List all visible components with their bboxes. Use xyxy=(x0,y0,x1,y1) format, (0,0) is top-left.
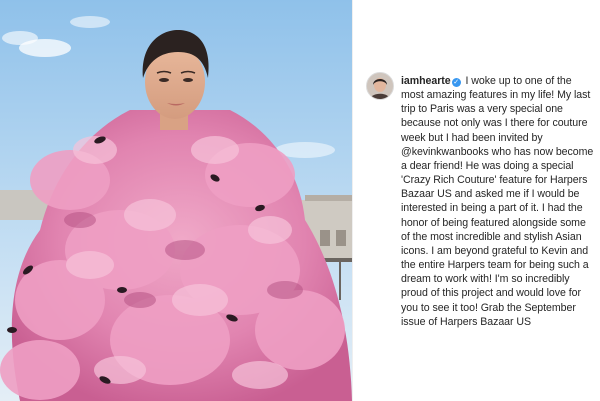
avatar-image xyxy=(367,73,393,99)
post-photo[interactable] xyxy=(0,0,352,401)
instagram-post: iamhearte ✓ I woke up to one of the most … xyxy=(0,0,600,401)
mention-link[interactable]: @kevinkwanbooks xyxy=(401,146,489,158)
username-link[interactable]: iamhearte xyxy=(401,75,451,87)
post-sidebar: iamhearte ✓ I woke up to one of the most … xyxy=(352,0,600,401)
post-image-illustration xyxy=(0,0,352,401)
avatar[interactable] xyxy=(366,72,394,100)
verified-badge-icon: ✓ xyxy=(451,78,461,87)
caption-text-tail: who has now become a dear friend! He was… xyxy=(401,145,594,328)
post-caption: iamhearte ✓ I woke up to one of the most … xyxy=(401,74,597,329)
